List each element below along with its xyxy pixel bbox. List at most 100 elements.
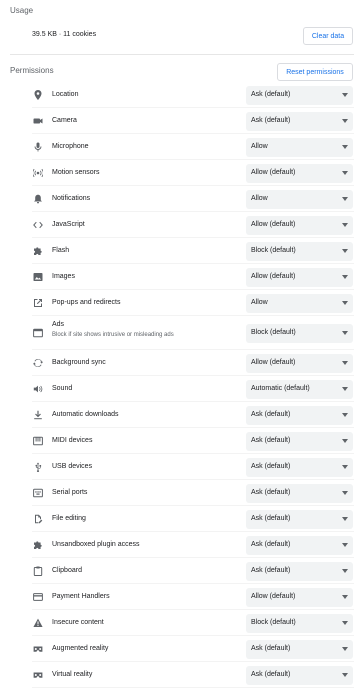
- chevron-down-icon: [342, 543, 348, 547]
- permission-select-serial-ports[interactable]: Ask (default): [246, 484, 353, 503]
- chevron-down-icon: [342, 301, 348, 305]
- permission-label-flash: Flash: [52, 247, 70, 254]
- permission-row: Pop-ups and redirects Allow: [0, 290, 362, 316]
- sync-icon: [32, 357, 44, 369]
- permission-select-usb-devices[interactable]: Ask (default): [246, 458, 353, 477]
- chevron-down-icon: [342, 439, 348, 443]
- permission-label-augmented-reality: Augmented reality: [52, 645, 109, 652]
- chevron-down-icon: [342, 361, 348, 365]
- permission-row: Automatic downloads Ask (default): [0, 402, 362, 428]
- permission-row: JavaScript Allow (default): [0, 212, 362, 238]
- vr-headset-icon: [32, 669, 44, 681]
- permission-row: Camera Ask (default): [0, 108, 362, 134]
- permission-label-usb-devices: USB devices: [52, 463, 93, 470]
- chevron-down-icon: [342, 331, 348, 335]
- permission-select-file-editing[interactable]: Ask (default): [246, 510, 353, 529]
- permission-select-sound[interactable]: Automatic (default): [246, 380, 353, 399]
- permission-select-unsandboxed-plugin-access[interactable]: Ask (default): [246, 536, 353, 555]
- permission-row: MIDI devices Ask (default): [0, 428, 362, 454]
- permission-value: Ask (default): [251, 645, 291, 652]
- permission-label-sound: Sound: [52, 385, 73, 392]
- permission-select-flash[interactable]: Block (default): [246, 242, 353, 261]
- permission-value: Allow (default): [251, 169, 296, 176]
- permission-label-microphone: Microphone: [52, 143, 89, 150]
- permission-label-notifications: Notifications: [52, 195, 91, 202]
- permission-value: Ask (default): [251, 411, 291, 418]
- permission-value: Ask (default): [251, 463, 291, 470]
- file-edit-icon: [32, 513, 44, 525]
- permission-value: Automatic (default): [251, 385, 310, 392]
- permission-sublabel: Block if site shows intrusive or mislead…: [52, 332, 174, 338]
- permission-row: Insecure content Block (default): [0, 610, 362, 636]
- permission-label-pop-ups-and-redirects: Pop-ups and redirects: [52, 299, 121, 306]
- permission-row: File editing Ask (default): [0, 506, 362, 532]
- code-icon: [32, 219, 44, 231]
- permission-select-ads[interactable]: Block (default): [246, 324, 353, 343]
- permission-select-payment-handlers[interactable]: Allow (default): [246, 588, 353, 607]
- permission-label-file-editing: File editing: [52, 515, 86, 522]
- permission-label-camera: Camera: [52, 117, 77, 124]
- permission-select-clipboard[interactable]: Ask (default): [246, 562, 353, 581]
- microphone-icon: [32, 141, 44, 153]
- motion-sensors-icon: [32, 167, 44, 179]
- permission-select-notifications[interactable]: Allow: [246, 190, 353, 209]
- permission-select-motion-sensors[interactable]: Allow (default): [246, 164, 353, 183]
- permission-row: Location Ask (default): [0, 82, 362, 108]
- chevron-down-icon: [342, 197, 348, 201]
- permission-select-microphone[interactable]: Allow: [246, 138, 353, 157]
- open-in-new-icon: [32, 297, 44, 309]
- permission-select-automatic-downloads[interactable]: Ask (default): [246, 406, 353, 425]
- permission-select-virtual-reality[interactable]: Ask (default): [246, 666, 353, 685]
- permission-label-javascript: JavaScript: [52, 221, 85, 228]
- permission-row: Motion sensors Allow (default): [0, 160, 362, 186]
- speaker-icon: [32, 383, 44, 395]
- chevron-down-icon: [342, 119, 348, 123]
- chevron-down-icon: [342, 465, 348, 469]
- chevron-down-icon: [342, 647, 348, 651]
- chevron-down-icon: [342, 93, 348, 97]
- usage-summary: 39.5 KB · 11 cookies: [32, 31, 97, 38]
- permission-label-motion-sensors: Motion sensors: [52, 169, 100, 176]
- reset-permissions-button[interactable]: Reset permissions: [277, 63, 353, 81]
- permission-select-background-sync[interactable]: Allow (default): [246, 354, 353, 373]
- permission-value: Ask (default): [251, 671, 291, 678]
- permission-select-pop-ups-and-redirects[interactable]: Allow: [246, 294, 353, 313]
- permission-value: Block (default): [251, 329, 296, 336]
- permission-select-javascript[interactable]: Allow (default): [246, 216, 353, 235]
- chevron-down-icon: [342, 517, 348, 521]
- permission-select-augmented-reality[interactable]: Ask (default): [246, 640, 353, 659]
- permission-label-serial-ports: Serial ports: [52, 489, 88, 496]
- permission-label-automatic-downloads: Automatic downloads: [52, 411, 119, 418]
- ads-icon: [32, 327, 44, 339]
- permission-select-midi-devices[interactable]: Ask (default): [246, 432, 353, 451]
- chevron-down-icon: [342, 569, 348, 573]
- permission-label-insecure-content: Insecure content: [52, 619, 104, 626]
- permission-value: Ask (default): [251, 117, 291, 124]
- permission-select-insecure-content[interactable]: Block (default): [246, 614, 353, 633]
- credit-card-icon: [32, 591, 44, 603]
- permission-row: USB devices Ask (default): [0, 454, 362, 480]
- permission-select-location[interactable]: Ask (default): [246, 86, 353, 105]
- permission-label-clipboard: Clipboard: [52, 567, 82, 574]
- chevron-down-icon: [342, 413, 348, 417]
- usb-icon: [32, 461, 44, 473]
- permission-select-images[interactable]: Allow (default): [246, 268, 353, 287]
- chevron-down-icon: [342, 491, 348, 495]
- permission-value: Allow: [251, 299, 268, 306]
- permission-value: Allow: [251, 143, 268, 150]
- permission-select-camera[interactable]: Ask (default): [246, 112, 353, 131]
- permission-row: Background sync Allow (default): [0, 350, 362, 376]
- permission-row: Clipboard Ask (default): [0, 558, 362, 584]
- permission-label-location: Location: [52, 91, 79, 98]
- chevron-down-icon: [342, 673, 348, 677]
- chevron-down-icon: [342, 249, 348, 253]
- permission-label-ads: Ads: [52, 321, 65, 328]
- permission-value: Allow (default): [251, 593, 296, 600]
- chevron-down-icon: [342, 275, 348, 279]
- clipboard-icon: [32, 565, 44, 577]
- permission-row: Payment Handlers Allow (default): [0, 584, 362, 610]
- clear-data-button[interactable]: Clear data: [303, 27, 353, 45]
- permission-value: Block (default): [251, 247, 296, 254]
- permission-label-payment-handlers: Payment Handlers: [52, 593, 110, 600]
- permission-row: Images Allow (default): [0, 264, 362, 290]
